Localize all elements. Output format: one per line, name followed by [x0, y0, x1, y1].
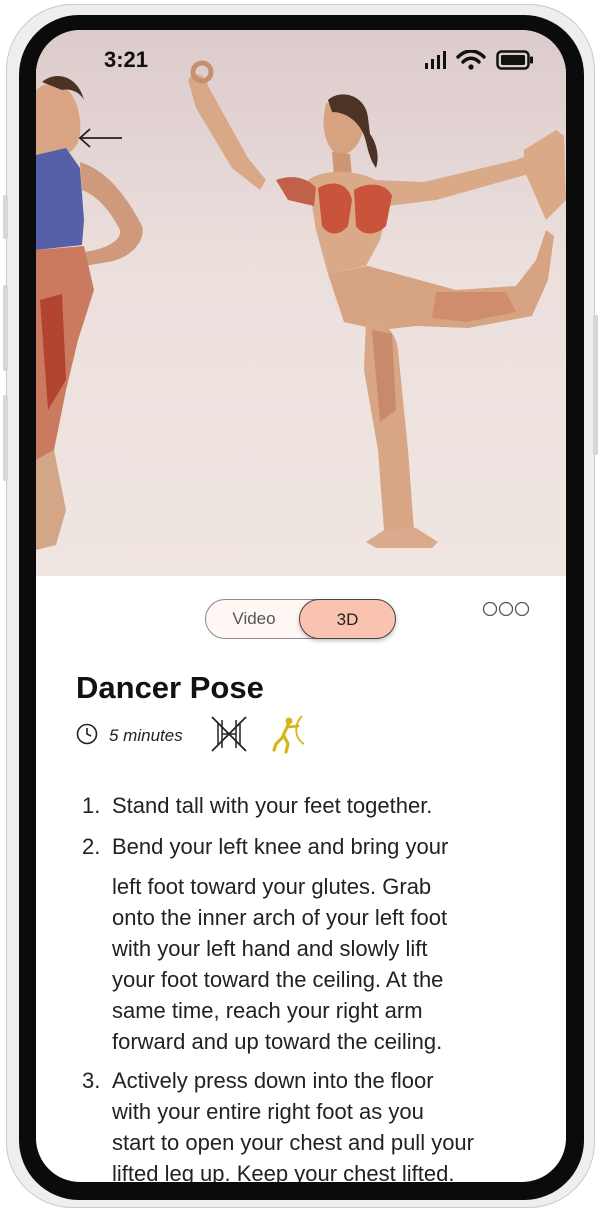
- list-item: 1. Stand tall with your feet together.: [82, 790, 542, 821]
- step-text: Actively press down into the floor: [112, 1068, 434, 1093]
- back-button[interactable]: [76, 125, 124, 151]
- step-text: onto the inner arch of your left foot: [112, 905, 448, 930]
- clock-icon: [76, 723, 98, 745]
- wifi-icon: [456, 50, 486, 70]
- status-time: 3:21: [104, 47, 149, 72]
- more-options-button[interactable]: [482, 601, 532, 617]
- step-text: with your entire right foot as you: [112, 1099, 424, 1124]
- side-button: [593, 315, 598, 455]
- side-button: [3, 195, 8, 239]
- step-text: lifted leg up. Keep your chest lifted.: [112, 1161, 455, 1182]
- step-text: same time, reach your right arm: [112, 998, 423, 1023]
- media-toggle: Video 3D: [205, 599, 396, 639]
- side-button: [3, 395, 8, 481]
- signal-icon: [425, 51, 446, 69]
- step-text: start to open your chest and pull your: [112, 1130, 474, 1155]
- battery-icon: [496, 50, 533, 70]
- step-number: 2.: [82, 834, 101, 859]
- instructions-list: 1. Stand tall with your feet together. 2…: [82, 790, 542, 1182]
- three-dots-icon: [482, 601, 530, 617]
- step-text: your foot toward the ceiling. At the: [112, 967, 444, 992]
- step-text: forward and up toward the ceiling.: [112, 1029, 443, 1054]
- stretch-figure-icon: [272, 715, 305, 754]
- screen: 3:21 Video 3D Dancer Pose 5 minutes 1. S…: [36, 30, 566, 1182]
- video-tab[interactable]: Video: [206, 599, 302, 639]
- step-text: Bend your left knee and bring your: [112, 834, 449, 859]
- 3d-tab[interactable]: 3D: [299, 599, 396, 639]
- side-button: [3, 285, 8, 371]
- status-icons: [424, 50, 534, 70]
- no-equipment-icon: [211, 716, 247, 752]
- list-item: 3. Actively press down into the floor wi…: [82, 1065, 542, 1182]
- step-number: 3.: [82, 1068, 101, 1093]
- duration-label: 5 minutes: [109, 726, 183, 745]
- step-text: with your left hand and slowly lift: [112, 936, 428, 961]
- arrow-left-icon: [78, 128, 122, 148]
- list-item: 2. Bend your left knee and bring your le…: [82, 831, 542, 1057]
- anatomy-figures-image: [36, 60, 566, 550]
- step-text: left foot toward your glutes. Grab: [112, 874, 432, 899]
- pose-title: Dancer Pose: [76, 670, 264, 705]
- step-text: Stand tall with your feet together.: [112, 793, 433, 818]
- pose-illustration: 3:21: [36, 30, 566, 576]
- step-number: 1.: [82, 793, 101, 818]
